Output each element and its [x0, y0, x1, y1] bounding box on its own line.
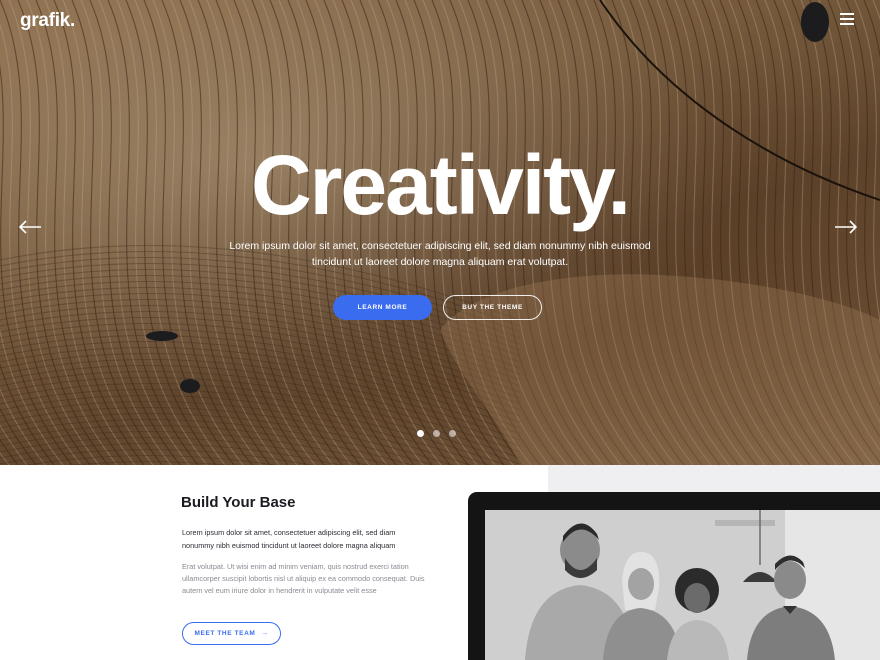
- section-body: Erat volutpat. Ut wisi enim ad minim ven…: [182, 562, 425, 595]
- hero-subtext: Lorem ipsum dolor sit amet, consectetuer…: [229, 240, 651, 268]
- meet-the-team-label: MEET THE TEAM: [194, 630, 256, 637]
- section-intro: Lorem ipsum dolor sit amet, consectetuer…: [182, 528, 396, 550]
- section-title: Build Your Base: [181, 494, 296, 511]
- device-mockup: [468, 492, 880, 660]
- slider-dot-3[interactable]: [449, 430, 456, 437]
- build-your-base-section: Build Your Base Lorem ipsum dolor sit am…: [0, 465, 880, 660]
- hero-slider: grafik. Creativity. Lorem ipsum dolor si…: [0, 0, 880, 465]
- learn-more-button[interactable]: LEARN MORE: [333, 295, 432, 320]
- team-photo: [485, 510, 880, 660]
- buy-theme-button[interactable]: BUY THE THEME: [443, 295, 542, 320]
- menu-icon[interactable]: [840, 13, 854, 25]
- slider-dot-2[interactable]: [433, 430, 440, 437]
- arrow-right-small-icon: →: [261, 630, 269, 637]
- arrow-left-icon[interactable]: [18, 219, 42, 235]
- meet-the-team-button[interactable]: MEET THE TEAM →: [182, 622, 281, 645]
- arrow-right-icon[interactable]: [834, 219, 858, 235]
- hero-headline: Creativity.: [251, 138, 631, 232]
- slider-pagination: [417, 430, 456, 437]
- brand-logo[interactable]: grafik.: [20, 10, 75, 32]
- slider-dot-1[interactable]: [417, 430, 424, 437]
